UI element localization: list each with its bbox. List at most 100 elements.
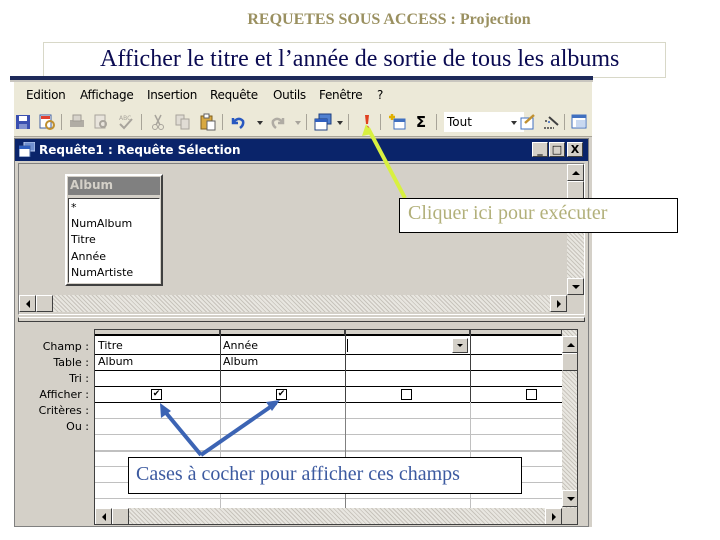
grid-line xyxy=(95,354,562,355)
toolbar-separator xyxy=(380,114,381,130)
chevron-down-icon xyxy=(457,344,463,347)
menu-fenetre[interactable]: Fenêtre xyxy=(319,88,363,102)
checkbox-afficher-1[interactable]: ✔ xyxy=(151,389,162,400)
scroll-thumb[interactable] xyxy=(36,295,53,312)
grid-line xyxy=(95,402,562,403)
grid-line xyxy=(95,418,562,419)
cell-champ-2[interactable]: Année xyxy=(220,338,258,353)
row-label-champ: Champ : xyxy=(42,340,89,353)
arrow-up-icon xyxy=(571,170,580,175)
checkbox-afficher-2[interactable]: ✔ xyxy=(276,389,287,400)
run-icon[interactable] xyxy=(358,113,376,131)
toolbar: ABC Σ Tout xyxy=(14,108,592,137)
redo-icon[interactable] xyxy=(269,113,287,131)
undo-icon[interactable] xyxy=(229,113,247,131)
toolbar-separator xyxy=(222,114,223,130)
scroll-thumb[interactable] xyxy=(112,508,129,524)
scroll-left-button[interactable] xyxy=(95,508,112,524)
cell-champ-1[interactable]: Titre xyxy=(95,338,123,353)
totals-icon[interactable]: Σ xyxy=(412,113,430,131)
query-window-title: Requête1 : Requête Sélection xyxy=(39,143,241,157)
menu-requete[interactable]: Requête xyxy=(210,88,258,102)
print-preview-icon[interactable] xyxy=(92,113,110,131)
toolbar-separator xyxy=(306,114,307,130)
builder-icon[interactable] xyxy=(542,113,560,131)
scroll-right-button[interactable] xyxy=(550,295,567,312)
menu-affichage[interactable]: Affichage xyxy=(80,88,134,102)
callout-checkboxes: Cases à cocher pour afficher ces champs xyxy=(128,457,522,494)
undo-dropdown[interactable] xyxy=(257,121,263,125)
grid-line xyxy=(470,330,471,402)
properties-icon[interactable] xyxy=(519,113,537,131)
query-icon xyxy=(19,142,35,157)
column-selector[interactable] xyxy=(470,330,562,336)
close-button[interactable]: X xyxy=(567,142,583,157)
cell-table-2[interactable]: Album xyxy=(220,354,258,369)
scroll-right-button[interactable] xyxy=(545,508,562,524)
arrow-left-icon xyxy=(101,512,106,521)
menu-outils[interactable]: Outils xyxy=(273,88,306,102)
query-type-dropdown[interactable] xyxy=(337,121,343,125)
design-grid: Titre Album ✔ Année Album ✔ xyxy=(94,329,578,525)
column-selector[interactable] xyxy=(95,330,220,336)
field-item[interactable]: NumArtiste xyxy=(71,265,157,281)
scroll-up-button[interactable] xyxy=(567,164,584,181)
copy-icon[interactable] xyxy=(174,113,192,131)
show-table-icon[interactable] xyxy=(388,113,406,131)
menu-insertion[interactable]: Insertion xyxy=(147,88,197,102)
grid-line xyxy=(345,330,346,402)
query-window-titlebar[interactable]: Requête1 : Requête Sélection _ □ X xyxy=(15,139,588,161)
maximize-button[interactable]: □ xyxy=(549,142,565,157)
query-type-icon[interactable] xyxy=(314,113,332,131)
toolbar-separator xyxy=(564,114,565,130)
redo-dropdown[interactable] xyxy=(295,121,301,125)
cut-icon[interactable] xyxy=(149,113,167,131)
row-label-ou: Ou : xyxy=(66,420,89,433)
column-selector[interactable] xyxy=(220,330,345,336)
chevron-down-icon[interactable] xyxy=(511,121,517,125)
arrow-right-icon xyxy=(551,512,556,521)
slide-title: REQUETES SOUS ACCESS : Projection xyxy=(247,11,531,28)
field-item[interactable]: Année xyxy=(71,249,157,265)
grid-line xyxy=(95,434,562,435)
grid-line xyxy=(95,450,562,452)
menu-help[interactable]: ? xyxy=(377,88,383,102)
column-selector[interactable] xyxy=(345,330,470,336)
checkbox-afficher-4[interactable] xyxy=(526,389,537,400)
row-label-tri: Tri : xyxy=(69,372,89,385)
scroll-down-button[interactable] xyxy=(567,278,584,295)
menu-edition[interactable]: Edition xyxy=(26,88,66,102)
scroll-left-button[interactable] xyxy=(19,295,36,312)
checkbox-afficher-3[interactable] xyxy=(401,389,412,400)
minimize-button[interactable]: _ xyxy=(532,142,548,157)
field-item[interactable]: Titre xyxy=(71,232,157,248)
field-item[interactable]: * xyxy=(71,200,157,216)
design-view-icon[interactable] xyxy=(38,113,56,131)
table-album[interactable]: Album * NumAlbum Titre Année NumArtiste xyxy=(65,174,163,286)
field-dropdown-button[interactable] xyxy=(452,338,468,353)
table-pane-hscrollbar[interactable] xyxy=(19,295,567,312)
toolbar-separator xyxy=(436,114,437,130)
callout-run: Cliquer ici pour exécuter xyxy=(399,198,678,233)
top-values-combo[interactable]: Tout xyxy=(444,112,524,132)
grid-hscrollbar[interactable] xyxy=(95,508,562,524)
scroll-up-button[interactable] xyxy=(562,336,577,353)
grid-line xyxy=(95,498,562,499)
field-item[interactable]: NumAlbum xyxy=(71,216,157,232)
cell-table-1[interactable]: Album xyxy=(95,354,133,369)
save-icon[interactable] xyxy=(14,113,32,131)
row-label-criteres: Critères : xyxy=(38,404,89,417)
grid-line xyxy=(95,370,562,371)
print-icon[interactable] xyxy=(68,113,86,131)
paste-icon[interactable] xyxy=(199,113,217,131)
scroll-thumb[interactable] xyxy=(562,353,577,371)
table-album-fields: * NumAlbum Titre Année NumArtiste xyxy=(68,198,160,283)
arrow-up-icon xyxy=(566,342,575,347)
pane-splitter[interactable] xyxy=(18,317,585,322)
row-label-afficher: Afficher : xyxy=(39,388,89,401)
table-album-header[interactable]: Album xyxy=(68,177,160,195)
database-window-icon[interactable] xyxy=(571,113,589,131)
scroll-down-button[interactable] xyxy=(562,490,577,507)
arrow-down-icon xyxy=(566,496,575,501)
spelling-icon[interactable]: ABC xyxy=(117,113,135,131)
